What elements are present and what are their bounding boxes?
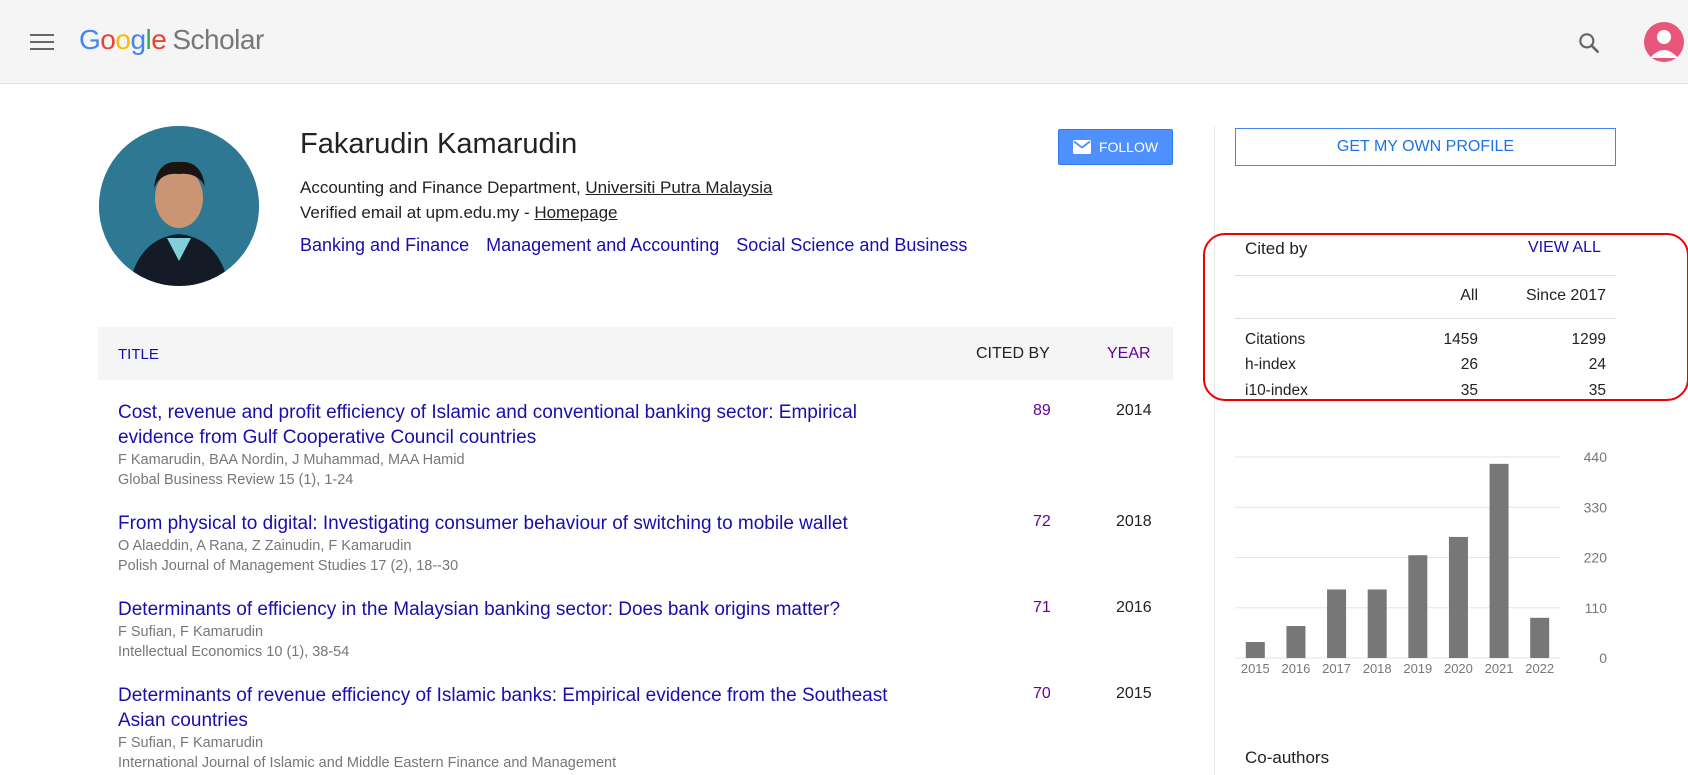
profile-affiliation: Accounting and Finance Department, Unive… bbox=[300, 178, 773, 197]
cited-by-count-link[interactable]: 71 bbox=[1033, 599, 1051, 617]
menu-icon[interactable] bbox=[30, 34, 54, 52]
chart-x-tick-label: 2017 bbox=[1322, 661, 1351, 676]
publication-venue: Global Business Review 15 (1), 1-24 bbox=[118, 472, 354, 488]
publication-title-link[interactable]: Determinants of revenue efficiency of Is… bbox=[118, 683, 938, 733]
sort-by-year-link[interactable]: YEAR bbox=[1107, 345, 1151, 363]
stats-row-i10-index: i10-index 35 35 bbox=[1245, 382, 1606, 399]
publication-year: 2014 bbox=[1116, 402, 1152, 419]
chart-bar-2017[interactable] bbox=[1327, 589, 1347, 658]
chart-bar-2016[interactable] bbox=[1286, 626, 1306, 658]
publication-title-link[interactable]: Cost, revenue and profit efficiency of I… bbox=[118, 400, 938, 450]
divider bbox=[1235, 318, 1616, 319]
column-divider bbox=[1214, 126, 1215, 775]
follow-button[interactable]: FOLLOW bbox=[1058, 129, 1173, 165]
chart-x-tick-label: 2018 bbox=[1363, 661, 1392, 676]
publication-authors: O Alaeddin, A Rana, Z Zainudin, F Kamaru… bbox=[118, 538, 412, 554]
view-all-link[interactable]: VIEW ALL bbox=[1528, 239, 1601, 257]
search-icon[interactable] bbox=[1576, 30, 1602, 56]
citations-per-year-chart: 0 110 220 330 440 2015 2016 2017 2018 2019 2020 202… bbox=[1235, 449, 1608, 676]
cited-by-title: Cited by bbox=[1245, 239, 1308, 258]
account-avatar-icon[interactable] bbox=[1644, 22, 1684, 62]
chart-y-tick-label: 330 bbox=[1584, 499, 1608, 515]
chart-x-tick-label: 2019 bbox=[1403, 661, 1432, 676]
table-row: Determinants of revenue efficiency of Is… bbox=[118, 683, 1173, 773]
chart-bar-2018[interactable] bbox=[1367, 589, 1387, 658]
publication-title-link[interactable]: From physical to digital: Investigating … bbox=[118, 511, 938, 536]
publication-title-link[interactable]: Determinants of efficiency in the Malays… bbox=[118, 597, 938, 622]
publication-venue: International Journal of Islamic and Mid… bbox=[118, 755, 617, 771]
publication-venue: Polish Journal of Management Studies 17 … bbox=[118, 558, 459, 574]
interest-link[interactable]: Social Science and Business bbox=[736, 235, 967, 255]
homepage-link[interactable]: Homepage bbox=[534, 203, 617, 222]
publications-table-header: TITLE CITED BY YEAR bbox=[98, 327, 1173, 380]
top-app-bar: Google Scholar bbox=[0, 0, 1688, 84]
chart-bar-2022[interactable] bbox=[1530, 617, 1550, 658]
table-row: From physical to digital: Investigating … bbox=[118, 511, 1173, 576]
interest-link[interactable]: Management and Accounting bbox=[486, 235, 719, 255]
get-my-own-profile-button[interactable]: GET MY OWN PROFILE bbox=[1235, 128, 1616, 166]
table-row: Cost, revenue and profit efficiency of I… bbox=[118, 400, 1173, 490]
chart-y-tick-label: 0 bbox=[1599, 650, 1607, 666]
chart-bar-2019[interactable] bbox=[1408, 555, 1428, 658]
sort-by-title-link[interactable]: TITLE bbox=[118, 346, 159, 363]
verified-email: Verified email at upm.edu.my - Homepage bbox=[300, 203, 618, 222]
chart-x-tick-label: 2022 bbox=[1525, 661, 1554, 676]
interest-link[interactable]: Banking and Finance bbox=[300, 235, 469, 255]
chart-bar-2015[interactable] bbox=[1245, 642, 1265, 658]
chart-x-tick-label: 2021 bbox=[1485, 661, 1514, 676]
divider bbox=[1235, 275, 1616, 276]
cited-by-count-link[interactable]: 89 bbox=[1033, 402, 1051, 420]
cited-by-count-link[interactable]: 72 bbox=[1033, 513, 1051, 531]
publication-authors: F Sufian, F Kamarudin bbox=[118, 735, 264, 751]
table-row: Determinants of efficiency in the Malays… bbox=[118, 597, 1173, 662]
chart-y-tick-label: 440 bbox=[1584, 449, 1608, 465]
stats-column-all: All bbox=[1460, 287, 1478, 304]
stats-row-h-index: h-index 26 24 bbox=[1245, 356, 1606, 373]
stats-row-citations: Citations 1459 1299 bbox=[1245, 331, 1606, 348]
chart-bar-2021[interactable] bbox=[1489, 463, 1509, 658]
chart-y-tick-label: 110 bbox=[1585, 600, 1608, 616]
publication-authors: F Kamarudin, BAA Nordin, J Muhammad, MAA… bbox=[118, 452, 465, 468]
publication-venue: Intellectual Economics 10 (1), 38-54 bbox=[118, 644, 350, 660]
chart-y-tick-label: 220 bbox=[1584, 550, 1608, 566]
mail-icon bbox=[1072, 140, 1091, 154]
chart-bar-2020[interactable] bbox=[1448, 536, 1468, 658]
cited-by-count-link[interactable]: 70 bbox=[1033, 685, 1051, 703]
chart-x-tick-label: 2016 bbox=[1281, 661, 1310, 676]
publication-year: 2018 bbox=[1116, 513, 1152, 530]
chart-x-tick-label: 2020 bbox=[1444, 661, 1473, 676]
google-scholar-logo[interactable]: Google Scholar bbox=[79, 24, 264, 56]
research-interests: Banking and Finance Management and Accoun… bbox=[300, 235, 984, 256]
sort-by-cited-link[interactable]: CITED BY bbox=[976, 345, 1050, 363]
coauthors-title: Co-authors bbox=[1245, 748, 1330, 767]
publication-year: 2016 bbox=[1116, 599, 1152, 616]
profile-name: Fakarudin Kamarudin bbox=[300, 128, 578, 160]
publication-year: 2015 bbox=[1116, 685, 1152, 702]
affiliation-link[interactable]: Universiti Putra Malaysia bbox=[585, 178, 772, 197]
stats-column-since: Since 2017 bbox=[1525, 287, 1606, 304]
chart-x-tick-label: 2015 bbox=[1241, 661, 1270, 676]
profile-photo bbox=[99, 126, 259, 286]
publication-authors: F Sufian, F Kamarudin bbox=[118, 624, 264, 640]
